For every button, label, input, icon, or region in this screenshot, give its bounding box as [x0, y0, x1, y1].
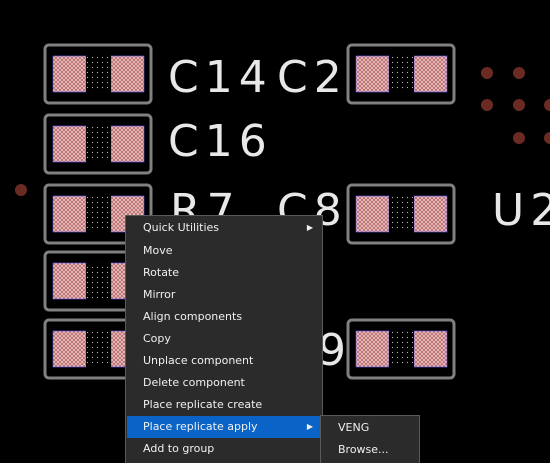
context-menu: Quick Utilities ▶ Move Rotate Mirror Ali…	[125, 215, 323, 463]
component-footprint[interactable]	[43, 43, 153, 105]
menu-item-label: Rotate	[143, 266, 180, 279]
menu-item-delete-component[interactable]: Delete component	[127, 372, 321, 394]
via[interactable]	[544, 99, 550, 111]
silkscreen-label: C2	[277, 52, 348, 103]
component-footprint[interactable]	[346, 183, 456, 245]
via[interactable]	[513, 132, 525, 144]
menu-item-label: VENG	[338, 421, 370, 434]
component-footprint[interactable]	[43, 113, 153, 175]
menu-item-rotate[interactable]: Rotate	[127, 262, 321, 284]
menu-item-label: Copy	[143, 332, 171, 345]
silkscreen-label: C14	[168, 52, 273, 103]
menu-item-label: Place replicate apply	[143, 420, 258, 433]
menu-item-quick-utilities[interactable]: Quick Utilities ▶	[127, 217, 321, 239]
chevron-right-icon: ▶	[306, 223, 313, 232]
menu-item-place-replicate-create[interactable]: Place replicate create	[127, 394, 321, 416]
menu-item-label: Quick Utilities	[143, 221, 220, 234]
via[interactable]	[513, 67, 525, 79]
menu-item-label: Align components	[143, 310, 243, 323]
menu-item-label: Move	[143, 244, 173, 257]
component-footprint[interactable]	[346, 318, 456, 380]
component-footprint[interactable]	[346, 43, 456, 105]
menu-item-copy[interactable]: Copy	[127, 328, 321, 350]
menu-item-place-replicate-apply[interactable]: Place replicate apply ▶	[127, 416, 321, 438]
chevron-right-icon: ▶	[306, 422, 313, 431]
via[interactable]	[481, 99, 493, 111]
menu-item-mirror[interactable]: Mirror	[127, 284, 321, 306]
via[interactable]	[15, 184, 27, 196]
menu-item-add-to-group[interactable]: Add to group	[127, 438, 321, 460]
silkscreen-label: 9	[318, 325, 352, 376]
menu-item-label: Add to group	[143, 442, 215, 455]
menu-item-label: Unplace component	[143, 354, 254, 367]
silkscreen-label: C16	[168, 116, 273, 167]
menu-item-align-components[interactable]: Align components	[127, 306, 321, 328]
replicate-submenu: VENG Browse...	[320, 415, 420, 463]
via[interactable]	[513, 99, 525, 111]
via[interactable]	[544, 132, 550, 144]
menu-item-label: Browse...	[338, 443, 389, 456]
menu-item-label: Mirror	[143, 288, 176, 301]
menu-item-move[interactable]: Move	[127, 240, 321, 262]
menu-item-unplace-component[interactable]: Unplace component	[127, 350, 321, 372]
submenu-item-veng[interactable]: VENG	[322, 417, 418, 439]
via[interactable]	[481, 67, 493, 79]
silkscreen-label: U2	[492, 185, 550, 236]
submenu-item-browse[interactable]: Browse...	[322, 439, 418, 461]
menu-item-label: Delete component	[143, 376, 245, 389]
menu-item-label: Place replicate create	[143, 398, 263, 411]
